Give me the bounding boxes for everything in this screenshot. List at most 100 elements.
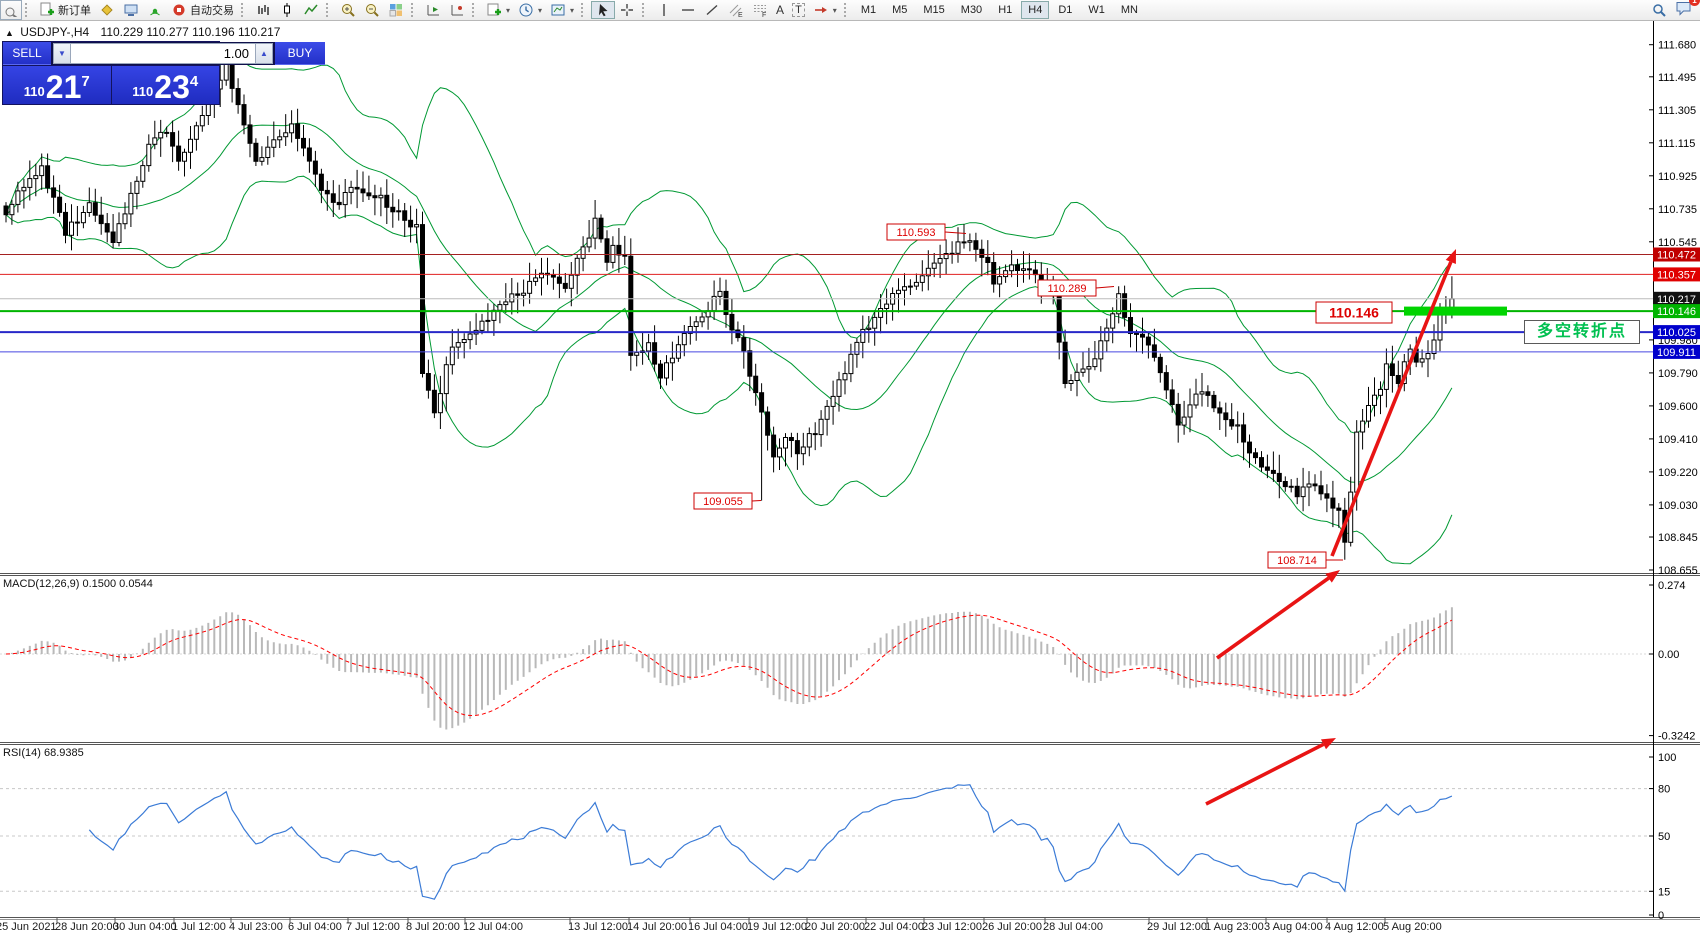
axis-label: 0.274 [1658, 580, 1686, 592]
axis-label: 111.680 [1658, 40, 1696, 52]
axis-label: 109.790 [1658, 368, 1698, 380]
periods-button[interactable]: ▾ [514, 1, 546, 19]
fibonacci-tool-button[interactable]: F [748, 1, 772, 19]
callout-110.146[interactable]: 110.146 [1316, 302, 1392, 323]
timeframe-button-w1[interactable]: W1 [1081, 1, 1112, 19]
toolbar-grip[interactable] [581, 3, 588, 17]
candlestick-chart-button[interactable] [275, 1, 299, 19]
axis-label: 110.925 [1658, 171, 1697, 183]
timeframe-button-m1[interactable]: M1 [854, 1, 883, 19]
sell-price[interactable]: 110 21 7 [3, 66, 111, 104]
line-chart-button[interactable] [299, 1, 323, 19]
axis-label: 0.00 [1658, 649, 1679, 661]
styler-button[interactable] [95, 1, 119, 19]
support-zone-bar[interactable] [1404, 307, 1507, 316]
callout-110.289[interactable]: 110.289 [1038, 280, 1114, 296]
zoom-out-button[interactable] [360, 1, 384, 19]
zoom-in-button[interactable] [336, 1, 360, 19]
time-label: 28 Jun 20:00 [55, 921, 119, 933]
arrows-shape-icon [813, 2, 829, 18]
time-axis[interactable]: 25 Jun 202128 Jun 20:0030 Jun 04:001 Jul… [0, 920, 1700, 938]
zoom-out-icon [364, 2, 380, 18]
toolbar-grip[interactable] [844, 3, 851, 17]
toolbar-grip[interactable] [241, 3, 248, 17]
time-label: 1 Aug 23:00 [1205, 921, 1264, 933]
one-click-trading-panel: SELL ▼ ▲ BUY 110 21 7 110 23 4 [2, 41, 220, 105]
macd-label: MACD(12,26,9) 0.1500 0.0544 [3, 578, 153, 590]
time-label: 19 Jul 12:00 [747, 921, 807, 933]
toolbar-grip[interactable] [411, 3, 418, 17]
toolbar-grip[interactable] [25, 3, 32, 17]
trend-arrow[interactable] [1217, 570, 1340, 658]
trend-arrow[interactable] [1206, 738, 1336, 804]
channel-tool-button[interactable]: E [724, 1, 748, 19]
templates-button[interactable]: ▾ [546, 1, 578, 19]
auto-scroll-button[interactable] [445, 1, 469, 19]
axis-label: 108.845 [1658, 532, 1698, 544]
new-order-button[interactable]: 新订单 [35, 1, 95, 19]
timeframe-button-h4[interactable]: H4 [1021, 1, 1049, 19]
callout-109.055[interactable]: 109.055 [694, 493, 761, 509]
volume-decrease-button[interactable]: ▼ [53, 43, 71, 64]
partial-magnifier-icon[interactable] [0, 0, 22, 20]
chart-shift-button[interactable] [421, 1, 445, 19]
shapes-button[interactable]: ▾ [809, 1, 841, 19]
timeframe-button-mn[interactable]: MN [1114, 1, 1145, 19]
axis-label: 111.495 [1658, 72, 1696, 84]
price-tag-110.025: 110.025 [1653, 325, 1700, 339]
axis-label: 50 [1658, 831, 1670, 843]
svg-text:110.146: 110.146 [1657, 306, 1696, 318]
timeframe-button-m30[interactable]: M30 [954, 1, 989, 19]
styler-icon [99, 2, 115, 18]
bar-chart-button[interactable] [251, 1, 275, 19]
crosshair-tool-button[interactable] [615, 1, 639, 19]
signals-button[interactable] [143, 1, 167, 19]
new-order-label: 新订单 [58, 2, 91, 18]
text-tool-label: A [776, 3, 784, 17]
trendline-tool-button[interactable] [700, 1, 724, 19]
buy-price[interactable]: 110 23 4 [112, 66, 220, 104]
data-window-button[interactable] [119, 1, 143, 19]
horizontal-line-tool-button[interactable] [676, 1, 700, 19]
label-tool-button[interactable]: T [788, 1, 809, 19]
toolbar-grip[interactable] [472, 3, 479, 17]
toolbar-grip[interactable] [642, 3, 649, 17]
time-label: 7 Jul 12:00 [346, 921, 400, 933]
new-order-icon [39, 2, 55, 18]
trend-arrow[interactable] [1332, 249, 1456, 556]
buy-price-figure: 110 [132, 84, 153, 99]
volume-input[interactable] [71, 43, 255, 64]
volume-increase-button[interactable]: ▲ [255, 43, 273, 64]
tile-windows-button[interactable] [384, 1, 408, 19]
candles[interactable] [4, 51, 1454, 560]
timeframe-button-m5[interactable]: M5 [885, 1, 914, 19]
sell-button[interactable]: SELL [3, 42, 51, 65]
toolbar-grip[interactable] [326, 3, 333, 17]
svg-text:F: F [762, 12, 766, 18]
search-button[interactable] [1648, 1, 1671, 19]
autotrading-button[interactable]: 自动交易 [167, 1, 238, 19]
indicators-button[interactable]: ▾ [482, 1, 514, 19]
buy-button[interactable]: BUY [275, 42, 325, 65]
collapse-triangle-icon[interactable]: ▲ [5, 28, 14, 38]
chart-canvas[interactable]: 111.680111.495111.305111.115110.925110.7… [0, 0, 1700, 938]
chevron-down-icon: ▾ [570, 6, 574, 15]
svg-text:110.472: 110.472 [1657, 250, 1696, 262]
pivot-note-box[interactable]: 多空转折点 [1524, 320, 1640, 344]
vertical-line-tool-button[interactable] [652, 1, 676, 19]
cursor-tool-button[interactable] [591, 1, 615, 19]
price-tag-110.217: 110.217 [1653, 292, 1700, 306]
timeframe-button-h1[interactable]: H1 [991, 1, 1019, 19]
rsi-label: RSI(14) 68.9385 [3, 747, 84, 759]
equidistant-channel-icon: E [728, 2, 744, 18]
timeframe-button-d1[interactable]: D1 [1051, 1, 1079, 19]
auto-scroll-icon [449, 2, 465, 18]
time-label: 13 Jul 12:00 [568, 921, 628, 933]
text-tool-button[interactable]: A [772, 1, 788, 19]
svg-text:110.217: 110.217 [1657, 294, 1696, 306]
crosshair-icon [619, 2, 635, 18]
svg-text:110.593: 110.593 [897, 227, 936, 239]
rsi-line [89, 785, 1452, 899]
axis-label: 111.115 [1658, 138, 1695, 150]
timeframe-button-m15[interactable]: M15 [916, 1, 951, 19]
